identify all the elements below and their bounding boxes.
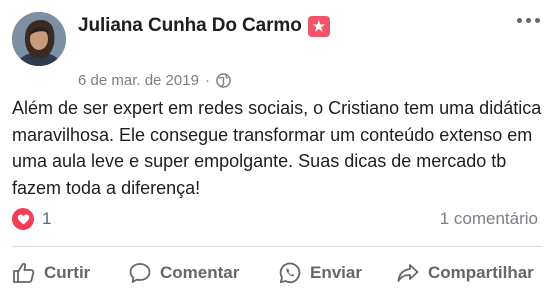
send-button[interactable]: Enviar — [278, 261, 362, 285]
divider — [12, 246, 542, 247]
author-name[interactable]: Juliana Cunha Do Carmo — [78, 15, 302, 37]
comment-icon — [129, 263, 151, 283]
reaction-count: 1 — [42, 209, 52, 228]
comment-button[interactable]: Comentar — [128, 261, 239, 285]
comment-label: Comentar — [160, 263, 240, 282]
globe-icon — [216, 73, 231, 88]
post-meta: 6 de mar. de 2019 · — [78, 72, 231, 89]
comments-count[interactable]: 1 comentário — [440, 209, 538, 229]
heart-icon — [12, 208, 34, 230]
action-bar: Curtir Comentar Enviar Compartilhar — [0, 252, 554, 294]
post-date[interactable]: 6 de mar. de 2019 — [78, 72, 199, 89]
avatar[interactable] — [12, 12, 66, 66]
post-text: Além de ser expert em redes sociais, o C… — [12, 98, 542, 198]
thumbs-up-icon — [13, 263, 35, 283]
send-label: Enviar — [310, 263, 362, 282]
meta-separator: · — [204, 72, 210, 89]
reactions-summary[interactable]: 1 — [12, 208, 51, 230]
like-label: Curtir — [44, 263, 91, 282]
like-button[interactable]: Curtir — [12, 261, 90, 285]
post-card: Juliana Cunha Do Carmo ★ 6 de mar. de 20… — [0, 0, 554, 300]
star-badge-icon: ★ — [307, 15, 330, 37]
share-label: Compartilhar — [428, 263, 534, 282]
share-arrow-icon — [397, 264, 419, 282]
author-name-row: Juliana Cunha Do Carmo ★ — [78, 15, 330, 37]
share-button[interactable]: Compartilhar — [396, 261, 534, 285]
whatsapp-icon — [279, 262, 301, 284]
more-options-icon[interactable] — [517, 18, 540, 23]
